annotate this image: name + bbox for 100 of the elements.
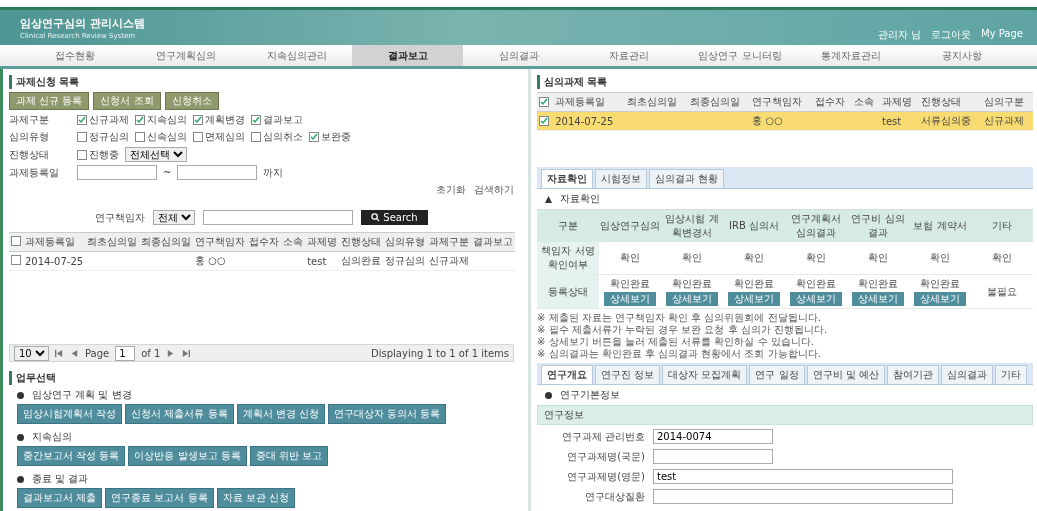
checkbox[interactable] <box>193 115 203 125</box>
task-button[interactable]: 신청서 제출서류 등록 <box>125 404 234 424</box>
checkbox[interactable] <box>77 132 87 142</box>
column-header: 소속 <box>852 92 880 112</box>
search-select[interactable]: 전체 <box>153 210 196 225</box>
filter-label: 과제구분 <box>9 113 50 127</box>
status-text: 확인 <box>806 251 826 265</box>
column-header: 최종심의일 <box>139 232 194 252</box>
tab[interactable]: 연구 일정 <box>749 365 805 384</box>
nav-tab[interactable]: 공지사항 <box>906 45 1018 66</box>
detail-button[interactable]: 상세보기 <box>666 292 718 306</box>
note-text: ※ 제출된 자료는 연구책임자 확인 후 심의위원회에 전달됩니다. <box>537 312 822 324</box>
first-page-icon[interactable] <box>55 348 64 358</box>
tab[interactable]: 심의결과 현황 <box>649 169 725 188</box>
status-text: 확인완료 <box>858 277 898 291</box>
field-label: 연구과제명(영문) <box>566 469 645 484</box>
status-text: 확인 <box>992 251 1012 265</box>
status-select[interactable]: 전체선택 <box>125 147 187 162</box>
filter-link[interactable]: 초기화 <box>436 183 466 197</box>
checkbox[interactable] <box>193 132 203 142</box>
table-cell: 서류심의중 <box>919 111 982 131</box>
input-field[interactable]: test <box>653 469 953 484</box>
search-field[interactable] <box>203 210 354 225</box>
tab[interactable]: 자료확인 <box>541 169 593 188</box>
checkbox[interactable] <box>251 115 261 125</box>
input-field[interactable]: 2014-0074 <box>653 429 773 444</box>
page-size-select[interactable]: 10 <box>14 345 49 361</box>
detail-button[interactable]: 상세보기 <box>790 292 842 306</box>
table-cell: test <box>880 111 920 131</box>
field-label: 연구과제 관리번호 <box>560 429 645 444</box>
search-label: 연구책임자 <box>95 210 146 225</box>
checkbox[interactable] <box>135 115 145 125</box>
section-title: 과제신청 목록 <box>9 75 514 89</box>
grid-header: 임상연구심의 <box>599 210 661 242</box>
checkbox[interactable] <box>539 96 549 107</box>
checkbox[interactable] <box>11 236 21 246</box>
task-button[interactable]: 중대 위반 보고 <box>249 446 329 466</box>
checkbox-label: 정규심의 <box>89 130 129 144</box>
date-field[interactable] <box>77 165 157 180</box>
task-button[interactable]: 자료 보관 신청 <box>216 488 295 508</box>
action-button[interactable]: 과제 신규 등록 <box>9 92 90 110</box>
filter-label: 과제등록일 <box>9 165 60 180</box>
checkbox[interactable] <box>77 115 87 125</box>
column-header: 과제등록일 <box>553 92 626 112</box>
checkbox-label: 신속심의 <box>147 130 187 144</box>
filter-link[interactable]: 검색하기 <box>474 183 514 197</box>
status-text: 확인완료 <box>672 277 712 291</box>
next-page-icon[interactable] <box>166 348 176 358</box>
status-text: 확인완료 <box>734 277 774 291</box>
detail-button[interactable]: 상세보기 <box>852 292 904 306</box>
tab[interactable]: 연구비 및 예산 <box>806 365 885 384</box>
table-cell: 홍 ○○ <box>750 111 813 131</box>
nav-tab[interactable]: 연구계획심의 <box>130 45 242 66</box>
tab[interactable]: 대상자 모집계획 <box>662 365 748 384</box>
task-button[interactable]: 연구종료 보고서 등록 <box>105 488 214 508</box>
checkbox[interactable] <box>11 255 21 265</box>
checkbox[interactable] <box>77 149 87 160</box>
column-header: 연구책임자 <box>750 92 813 112</box>
action-button[interactable]: 신청서 조회 <box>93 92 161 110</box>
nav-tab[interactable]: 자료관리 <box>573 45 685 66</box>
nav-tab[interactable]: 통계자료관리 <box>795 45 907 66</box>
tab[interactable]: 참여기관 <box>886 365 939 384</box>
task-button[interactable]: 결과보고서 제출 <box>17 488 103 508</box>
nav-tab[interactable]: 지속심의관리 <box>241 45 353 66</box>
page-field[interactable]: 1 <box>115 345 136 361</box>
checkbox[interactable] <box>539 115 549 126</box>
row-label: 책임자 서명 확인여부 <box>537 242 599 275</box>
detail-button[interactable]: 상세보기 <box>604 292 656 306</box>
tab[interactable]: 연구개요 <box>541 365 593 384</box>
tab[interactable]: 시험정보 <box>595 169 647 188</box>
tab[interactable]: 심의결과 <box>940 365 993 384</box>
range-separator: ~ <box>163 167 172 178</box>
checkbox[interactable] <box>135 132 145 142</box>
task-button[interactable]: 임상시험계획서 작성 <box>17 404 123 424</box>
group-title: 종료 및 결과 <box>32 472 89 486</box>
action-button[interactable]: 신청취소 <box>164 92 219 110</box>
tab[interactable]: 기타 <box>994 365 1027 384</box>
input-field[interactable] <box>653 489 953 504</box>
nav-tab[interactable]: 심의결과 <box>463 45 574 66</box>
nav-tab[interactable]: 결과보고 <box>352 45 464 66</box>
column-header: 접수자 <box>247 232 282 252</box>
task-button[interactable]: 계획서 변경 신청 <box>236 404 325 424</box>
status-text: 확인 <box>682 251 702 265</box>
task-button[interactable]: 이상반응 발생보고 등록 <box>128 446 247 466</box>
task-button[interactable]: 연구대상자 동의서 등록 <box>327 404 447 424</box>
checkbox[interactable] <box>309 132 319 142</box>
task-button[interactable]: 중간보고서 작성 등록 <box>17 446 126 466</box>
column-header: 심의구분 <box>981 92 1033 112</box>
tab[interactable]: 연구진 정보 <box>595 365 661 384</box>
detail-button[interactable]: 상세보기 <box>728 292 780 306</box>
input-field[interactable] <box>653 449 773 464</box>
nav-tab[interactable]: 임상연구 모니터링 <box>684 45 796 66</box>
nav-tab[interactable]: 접수현황 <box>20 45 131 66</box>
search-button[interactable]: Search <box>361 210 428 225</box>
page-count: of 1 <box>141 347 161 359</box>
prev-page-icon[interactable] <box>70 348 79 358</box>
detail-button[interactable]: 상세보기 <box>914 292 966 306</box>
checkbox[interactable] <box>251 132 261 142</box>
last-page-icon[interactable] <box>181 348 191 358</box>
date-field[interactable] <box>177 165 258 180</box>
